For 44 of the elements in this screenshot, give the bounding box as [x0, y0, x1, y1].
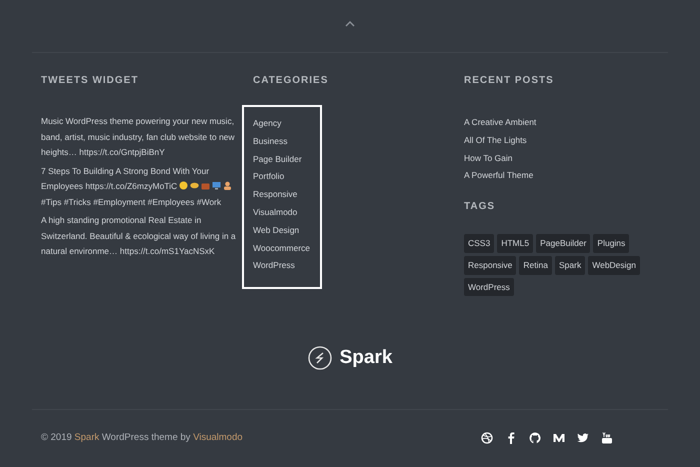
category-link[interactable]: Portfolio	[253, 168, 320, 186]
tag-link[interactable]: Responsive	[464, 256, 516, 275]
post-link[interactable]: How To Gain	[464, 150, 664, 168]
grinning-face-emoji-icon	[179, 181, 188, 190]
widget-heading: RECENT POSTS	[464, 74, 555, 88]
person-emoji-icon	[223, 181, 232, 190]
tweet-text: Music WordPress theme powering your new music, band, artist, music industry, fan club website to new heights… https://t.co/GntpjBiBnY	[41, 115, 236, 159]
widget-heading: TAGS	[464, 200, 496, 214]
category-link[interactable]: Visualmodo	[253, 204, 320, 222]
category-link[interactable]: Web Design	[253, 222, 320, 240]
post-link[interactable]: All Of The Lights	[464, 132, 664, 150]
youtube-icon[interactable]	[601, 432, 613, 444]
tweet-text: A high standing promotional Real Estate in Switzerland. Beautiful & ecological way of living in a natural environme… https://t.co/mS1YacNSxK	[41, 214, 237, 258]
copyright-text: © 2019 Spark WordPress theme by Visualmodo	[41, 430, 243, 445]
medium-icon[interactable]	[553, 432, 565, 444]
widget-heading: TWEETS WIDGET	[41, 74, 140, 88]
tweet-text: 7 Steps To Building A Strong Bond With Your Employees https://t.co/Z6mzyMoTiC #Tips #Tricks #Employment #Employees #Work	[41, 164, 253, 210]
lightning-circle-icon	[308, 346, 332, 370]
category-link[interactable]: Responsive	[253, 186, 320, 204]
category-link[interactable]: Business	[253, 132, 320, 151]
tag-link[interactable]: WordPress	[464, 278, 514, 296]
tag-link[interactable]: CSS3	[464, 234, 494, 253]
tag-link[interactable]: HTML5	[497, 234, 534, 253]
tag-link[interactable]: PageBuilder	[536, 234, 590, 253]
briefcase-emoji-icon	[201, 181, 210, 190]
post-link[interactable]: A Powerful Theme	[464, 167, 664, 186]
category-link[interactable]: Page Builder	[253, 150, 320, 168]
bird-icon[interactable]	[577, 432, 589, 444]
category-link[interactable]: WordPress	[253, 257, 320, 276]
logo-text: Spark	[340, 346, 392, 370]
tag-link[interactable]: WebDesign	[588, 256, 640, 275]
dribbble-ball-icon[interactable]	[481, 432, 493, 444]
post-link[interactable]: A Creative Ambient	[464, 114, 664, 132]
scroll-up-icon[interactable]	[345, 20, 355, 27]
computer-emoji-icon	[212, 181, 222, 190]
theme-link[interactable]: Spark	[74, 432, 100, 443]
tag-link[interactable]: Spark	[555, 256, 586, 275]
github-icon[interactable]	[529, 432, 541, 444]
category-link[interactable]: Agency	[253, 115, 320, 133]
category-link[interactable]: Woocommerce	[253, 240, 320, 258]
widget-heading: CATEGORIES	[253, 74, 330, 88]
tag-link[interactable]: Retina	[519, 256, 552, 275]
author-link[interactable]: Visualmodo	[193, 432, 243, 443]
tag-link[interactable]: Plugins	[593, 234, 630, 253]
